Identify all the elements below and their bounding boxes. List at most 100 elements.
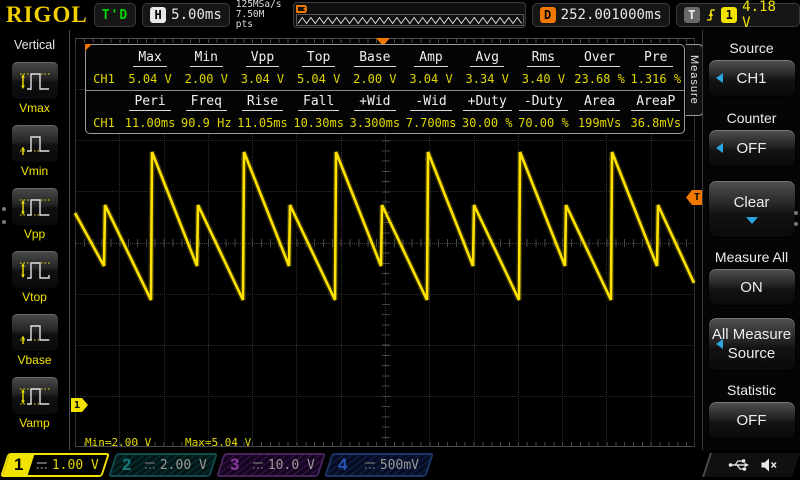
channel-label: CH1 — [93, 72, 115, 86]
waveform-path — [75, 152, 694, 300]
measure-all-button[interactable]: ON — [708, 268, 796, 306]
d-key-icon: D — [540, 7, 556, 23]
h-key-icon: H — [150, 7, 166, 23]
col-header: Over — [579, 50, 620, 65]
preview-wave — [298, 18, 522, 24]
source-label: Source — [703, 40, 800, 56]
sidebar-title: Vertical — [0, 38, 69, 52]
channel-number: 2 — [122, 455, 131, 475]
vmax-icon — [19, 68, 51, 94]
col-header: Top — [302, 50, 335, 65]
dc-coupling-icon — [144, 461, 156, 470]
channel-scale: 500mV — [380, 458, 419, 473]
measure-value: 11.05ms — [237, 116, 288, 130]
measure-value: 5.04 V — [128, 72, 171, 86]
measure-panel-tab[interactable]: Measure — [685, 44, 703, 116]
measure-soft-menu: Source CH1 Counter OFF Clear Measure All… — [702, 30, 800, 450]
col-header: AreaP — [631, 94, 680, 109]
oscilloscope-screen: { "top_bar": { "brand": "RIGOL", "trigge… — [0, 0, 800, 480]
vtop-label: Vtop — [0, 290, 69, 304]
col-header: -Duty — [519, 94, 568, 109]
left-edge-dot — [2, 220, 6, 224]
measure-value: 2.00 V — [185, 72, 228, 86]
col-header: Rms — [527, 50, 560, 65]
vamp-button[interactable] — [11, 376, 59, 415]
channel-number: 4 — [338, 455, 347, 475]
vertical-measure-sidebar: Vertical Vmax Vmin Vpp — [0, 30, 70, 450]
status-icons-block — [702, 453, 800, 477]
dc-coupling-icon — [364, 461, 376, 470]
channel-label: CH1 — [93, 116, 115, 130]
measure-results-panel: Max Min Vpp Top Base Amp Avg Rms Over Pr… — [85, 44, 685, 134]
col-header: Min — [190, 50, 223, 65]
col-header: +Wid — [354, 94, 395, 109]
measure-value: 5.04 V — [297, 72, 340, 86]
counter-label: Counter — [703, 110, 800, 126]
channel-scale: 10.0 V — [268, 458, 315, 473]
col-header: Freq — [186, 94, 227, 109]
clear-label: Clear — [734, 194, 770, 211]
chevron-left-icon — [716, 339, 723, 349]
statistic-button[interactable]: OFF — [708, 401, 796, 439]
measure-all-label: Measure All — [703, 249, 800, 265]
dc-coupling-icon — [36, 461, 48, 470]
channel2-block[interactable]: 2 2.00 V — [108, 453, 218, 477]
channel3-block[interactable]: 3 10.0 V — [216, 453, 326, 477]
measure-value: 3.300ms — [350, 116, 401, 130]
measure-all-value: ON — [740, 279, 763, 296]
channel1-block[interactable]: 1 1.00 V — [0, 453, 110, 477]
col-header: Peri — [129, 94, 170, 109]
statistic-label: Statistic — [703, 382, 800, 398]
left-edge-dot — [2, 207, 6, 211]
counter-button[interactable]: OFF — [708, 129, 796, 167]
measure-value: 3.34 V — [466, 72, 509, 86]
vmax-label: Vmax — [0, 101, 69, 115]
trigger-block: T 1 4.18 V — [676, 3, 800, 27]
all-measure-source-button[interactable]: All Measure Source — [708, 317, 796, 371]
trigger-source-badge: 1 — [721, 7, 737, 23]
vpp-icon — [19, 194, 51, 220]
channel-scale: 2.00 V — [160, 458, 207, 473]
vamp-icon — [19, 383, 51, 409]
vbase-icon — [19, 320, 51, 346]
col-header: Max — [133, 50, 166, 65]
measure-value: 3.04 V — [409, 72, 452, 86]
measure-value: 3.40 V — [522, 72, 565, 86]
clear-button[interactable]: Clear — [708, 180, 796, 238]
measure-value: 23.68 % — [574, 72, 625, 86]
acquisition-rates: 125MSa/s 7.50M pts — [236, 0, 287, 30]
col-header: Vpp — [246, 50, 279, 65]
measure-value: 11.00ms — [125, 116, 176, 130]
top-status-bar: RIGOL T'D H 5.00ms 125MSa/s 7.50M pts D … — [0, 0, 800, 30]
trigger-level-value: 4.18 V — [742, 0, 792, 31]
col-header: Base — [354, 50, 395, 65]
measure-value: 199mVs — [578, 116, 621, 130]
channel-number: 1 — [14, 455, 23, 475]
memory-depth: 7.50M pts — [236, 10, 287, 30]
measure-value: 90.9 Hz — [181, 116, 232, 130]
vpp-button[interactable] — [11, 187, 59, 226]
col-header: +Duty — [463, 94, 512, 109]
horizontal-timebase-block: H 5.00ms — [142, 3, 230, 27]
channel-number: 3 — [230, 455, 239, 475]
preview-position-icon — [296, 5, 306, 13]
vmin-button[interactable] — [11, 124, 59, 163]
vpp-label: Vpp — [0, 227, 69, 241]
vmax-button[interactable] — [11, 61, 59, 100]
min-readout: Min=2.00 V — [85, 436, 151, 449]
speaker-muted-icon — [760, 457, 777, 473]
col-header: Rise — [242, 94, 283, 109]
channel4-block[interactable]: 4 500mV — [324, 453, 434, 477]
vtop-button[interactable] — [11, 250, 59, 289]
source-button[interactable]: CH1 — [708, 59, 796, 97]
col-header: Amp — [414, 50, 447, 65]
vmin-icon — [19, 131, 51, 157]
chevron-left-icon — [716, 73, 723, 83]
vamp-label: Vamp — [0, 416, 69, 430]
all-measure-line2: Source — [728, 344, 776, 363]
measure-value: 3.04 V — [241, 72, 284, 86]
vbase-button[interactable] — [11, 313, 59, 352]
panel-divider — [86, 90, 684, 91]
right-edge-dot — [794, 211, 798, 215]
timebase-value: 5.00ms — [171, 7, 222, 23]
